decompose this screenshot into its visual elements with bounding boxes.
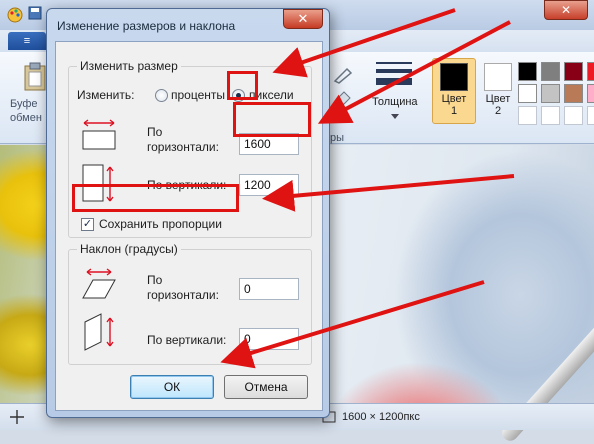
resize-skew-dialog: Изменение размеров и наклона ✕ Изменить … xyxy=(46,8,330,418)
thickness-icon xyxy=(376,62,412,85)
clipboard-label-line2: обмен xyxy=(10,112,42,124)
paint-app-icon xyxy=(7,7,23,23)
shapes-group-label: ры xyxy=(330,132,345,144)
palette-swatch-empty[interactable] xyxy=(587,106,594,125)
resize-by-label: Изменить: xyxy=(77,88,135,102)
color1-label: Цвет xyxy=(441,93,467,105)
color2-number: 2 xyxy=(494,105,502,117)
skew-horizontal-label-2: горизонтали: xyxy=(147,288,219,302)
color2-button[interactable]: Цвет 2 xyxy=(476,58,520,124)
file-menu-button[interactable]: ≡ xyxy=(8,32,46,50)
palette-swatch[interactable] xyxy=(564,84,583,103)
ok-button[interactable]: ОК xyxy=(130,375,214,399)
palette-swatch[interactable] xyxy=(518,62,537,81)
cursor-position-icon xyxy=(10,410,24,424)
percent-radio[interactable] xyxy=(155,89,168,102)
palette-swatch-empty[interactable] xyxy=(564,106,583,125)
paste-icon[interactable] xyxy=(22,62,48,92)
skew-vertical-icon xyxy=(84,313,114,351)
resize-vertical-input[interactable]: 1200 xyxy=(239,174,299,196)
palette-swatch-empty[interactable] xyxy=(518,106,537,125)
color2-swatch xyxy=(484,63,512,91)
fill-icon[interactable] xyxy=(332,88,354,108)
dialog-close-button[interactable]: ✕ xyxy=(283,9,323,29)
palette-swatch[interactable] xyxy=(564,62,583,81)
skew-group: Наклон (градусы) По горизонтали: 0 По ве… xyxy=(68,242,312,365)
palette-swatch[interactable] xyxy=(541,62,560,81)
palette-swatch[interactable] xyxy=(587,62,594,81)
highlight-horizontal-field xyxy=(233,102,311,137)
highlight-pixels-option xyxy=(227,71,258,100)
thickness-button[interactable]: Толщина xyxy=(366,56,422,126)
resize-horizontal-label-2: горизонтали: xyxy=(147,140,219,154)
dialog-body: Изменить размер Изменить: проценты пиксе… xyxy=(55,41,323,411)
cancel-button[interactable]: Отмена xyxy=(224,375,308,399)
palette-swatch-empty[interactable] xyxy=(541,106,560,125)
app-close-button[interactable]: ✕ xyxy=(544,0,588,20)
color1-swatch xyxy=(440,63,468,91)
percent-label[interactable]: проценты xyxy=(171,88,225,103)
clipboard-label-line1: Буфе xyxy=(10,98,38,110)
color1-number: 1 xyxy=(450,105,458,117)
skew-group-legend: Наклон (градусы) xyxy=(77,242,181,256)
resize-group: Изменить размер Изменить: проценты пиксе… xyxy=(68,59,312,238)
save-icon[interactable] xyxy=(28,6,42,20)
skew-horizontal-label-1: По xyxy=(147,273,163,287)
highlight-keep-ratio xyxy=(72,184,239,212)
palette-swatch[interactable] xyxy=(587,84,594,103)
palette-swatch[interactable] xyxy=(541,84,560,103)
palette-swatch[interactable] xyxy=(518,84,537,103)
chevron-down-icon xyxy=(391,114,399,119)
image-size-text: 1600 × 1200пкс xyxy=(342,411,420,423)
keep-ratio-checkbox[interactable]: ✓ xyxy=(81,218,94,231)
color1-button[interactable]: Цвет 1 xyxy=(432,58,476,124)
skew-vertical-label: По вертикали: xyxy=(147,333,227,347)
skew-horizontal-icon xyxy=(82,268,116,299)
skew-vertical-input[interactable]: 0 xyxy=(239,328,299,350)
outline-icon[interactable] xyxy=(332,64,354,84)
resize-horizontal-icon xyxy=(82,119,116,150)
keep-ratio-label[interactable]: Сохранить пропорции xyxy=(99,217,222,232)
thickness-label: Толщина xyxy=(372,96,418,108)
dialog-title: Изменение размеров и наклона xyxy=(57,19,236,33)
resize-horizontal-label-1: По xyxy=(147,125,163,139)
skew-horizontal-input[interactable]: 0 xyxy=(239,278,299,300)
color2-label: Цвет xyxy=(485,93,511,105)
resize-group-legend: Изменить размер xyxy=(77,59,181,73)
